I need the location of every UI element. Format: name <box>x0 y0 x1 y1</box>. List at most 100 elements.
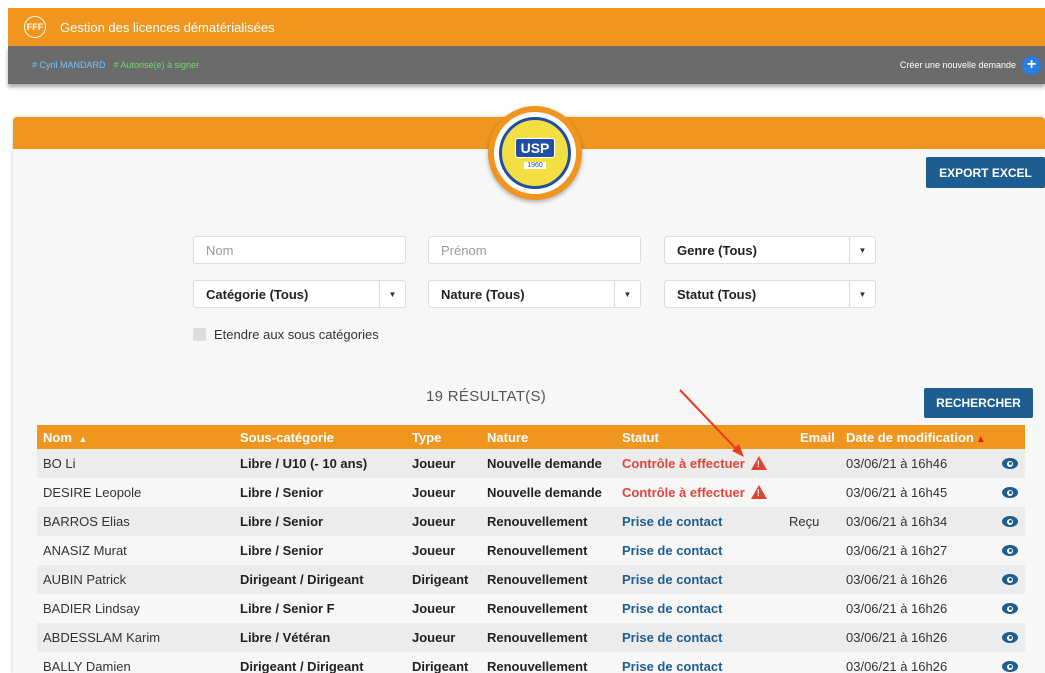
results-count: 19 RÉSULTAT(S) <box>426 388 547 405</box>
table-row[interactable]: DESIRE Leopole Libre / Senior Joueur Nouvel… <box>37 478 1025 507</box>
cell-statut: Prise de contact <box>622 572 723 587</box>
eye-icon[interactable] <box>1002 516 1018 527</box>
cell-nom: ABDESSLAM Karim <box>43 630 161 645</box>
cell-nature: Renouvellement <box>487 572 588 587</box>
statut-select[interactable]: Statut (Tous) ▼ <box>664 280 876 308</box>
cell-sous-categorie: Libre / Vétéran <box>240 630 331 645</box>
column-header-email[interactable]: Email <box>800 430 835 445</box>
genre-select-value: Genre (Tous) <box>677 242 757 258</box>
cell-type: Joueur <box>412 630 456 645</box>
cell-sous-categorie: Libre / Senior <box>240 543 324 558</box>
cell-nom: AUBIN Patrick <box>43 572 127 587</box>
statut-text: Contrôle à effectuer <box>622 485 745 500</box>
club-crest-icon: USP 1960 <box>499 117 571 189</box>
eye-icon[interactable] <box>1002 487 1018 498</box>
cell-nom: ANASIZ Murat <box>43 543 127 558</box>
cell-type: Joueur <box>412 485 456 500</box>
cell-date: 03/06/21 à 16h34 <box>846 514 948 529</box>
user-bar: # Cyril MANDARD # Autorisé(e) à signer C… <box>8 46 1045 84</box>
table-row[interactable]: ABDESSLAM Karim Libre / Vétéran Joueur Reno… <box>37 623 1025 652</box>
cell-nature: Nouvelle demande <box>487 485 602 500</box>
authorization-status: # Autorisé(e) à signer <box>113 60 200 70</box>
cell-statut: Prise de contact <box>622 630 723 645</box>
table-row[interactable]: BADIER Lindsay Libre / Senior F Joueur Reno… <box>37 594 1025 623</box>
nature-select[interactable]: Nature (Tous) ▼ <box>428 280 641 308</box>
cell-statut: Prise de contact <box>622 543 723 558</box>
cell-statut: Prise de contact <box>622 601 723 616</box>
app-header: FFF Gestion des licences dématérialisées <box>8 8 1045 46</box>
club-logo: USP 1960 <box>488 106 582 200</box>
cell-type: Dirigeant <box>412 659 469 673</box>
cell-nature: Renouvellement <box>487 630 588 645</box>
cell-date: 03/06/21 à 16h27 <box>846 543 948 558</box>
cell-nom: BADIER Lindsay <box>43 601 140 616</box>
extend-subcategories-checkbox[interactable] <box>193 328 206 341</box>
column-header-nom[interactable]: Nom ▲ <box>43 430 87 445</box>
cell-type: Joueur <box>412 456 456 471</box>
eye-icon[interactable] <box>1002 632 1018 643</box>
cell-date: 03/06/21 à 16h46 <box>846 456 948 471</box>
cell-date: 03/06/21 à 16h26 <box>846 572 948 587</box>
user-name-link[interactable]: # Cyril MANDARD <box>32 60 106 70</box>
sort-active-icon: ▲ <box>975 433 986 445</box>
plus-icon[interactable]: + <box>1022 55 1041 75</box>
cell-statut: Contrôle à effectuer <box>622 485 767 500</box>
cell-nom: BALLY Damien <box>43 659 131 673</box>
cell-date: 03/06/21 à 16h26 <box>846 659 948 673</box>
table-row[interactable]: ANASIZ Murat Libre / Senior Joueur Renouvel… <box>37 536 1025 565</box>
cell-nom: DESIRE Leopole <box>43 485 142 500</box>
column-header-nature[interactable]: Nature <box>487 430 528 445</box>
caret-down-icon[interactable]: ▼ <box>379 281 405 307</box>
cell-nature: Renouvellement <box>487 659 588 673</box>
categorie-select[interactable]: Catégorie (Tous) ▼ <box>193 280 406 308</box>
cell-nature: Renouvellement <box>487 543 588 558</box>
cell-sous-categorie: Libre / Senior <box>240 514 324 529</box>
cell-type: Dirigeant <box>412 572 469 587</box>
genre-select[interactable]: Genre (Tous) ▼ <box>664 236 876 264</box>
cell-statut: Prise de contact <box>622 659 723 673</box>
column-header-sous-categorie[interactable]: Sous-catégorie <box>240 430 334 445</box>
column-header-statut[interactable]: Statut <box>622 430 659 445</box>
cell-nature: Nouvelle demande <box>487 456 602 471</box>
table-row[interactable]: BALLY Damien Dirigeant / Dirigeant Dirigea… <box>37 652 1025 673</box>
cell-nom: BARROS Elias <box>43 514 130 529</box>
table-row[interactable]: BO Li Libre / U10 (- 10 ans) Joueur Nouvell… <box>37 449 1025 478</box>
table-row[interactable]: BARROS Elias Libre / Senior Joueur Renouvel… <box>37 507 1025 536</box>
table-header: Nom ▲ Sous-catégorie Type Nature Statut … <box>37 425 1025 449</box>
eye-icon[interactable] <box>1002 545 1018 556</box>
cell-statut: Contrôle à effectuer <box>622 456 767 471</box>
eye-icon[interactable] <box>1002 661 1018 672</box>
categorie-select-value: Catégorie (Tous) <box>206 286 309 302</box>
cell-nature: Renouvellement <box>487 601 588 616</box>
export-excel-button[interactable]: EXPORT EXCEL <box>926 157 1045 188</box>
cell-date: 03/06/21 à 16h45 <box>846 485 948 500</box>
cell-type: Joueur <box>412 543 456 558</box>
nom-input[interactable]: Nom <box>193 236 406 264</box>
eye-icon[interactable] <box>1002 603 1018 614</box>
cell-date: 03/06/21 à 16h26 <box>846 630 948 645</box>
table-body: BO Li Libre / U10 (- 10 ans) Joueur Nouvell… <box>37 449 1025 673</box>
column-header-type[interactable]: Type <box>412 430 441 445</box>
search-button[interactable]: RECHERCHER <box>924 388 1033 418</box>
create-request-link[interactable]: Créer une nouvelle demande <box>900 60 1016 70</box>
caret-down-icon[interactable]: ▼ <box>614 281 640 307</box>
table-row[interactable]: AUBIN Patrick Dirigeant / Dirigeant Dirige… <box>37 565 1025 594</box>
cell-sous-categorie: Dirigeant / Dirigeant <box>240 659 364 673</box>
cell-sous-categorie: Libre / Senior F <box>240 601 335 616</box>
caret-down-icon[interactable]: ▼ <box>849 237 875 263</box>
eye-icon[interactable] <box>1002 458 1018 469</box>
app-title: Gestion des licences dématérialisées <box>60 19 275 35</box>
cell-nom: BO Li <box>43 456 76 471</box>
cell-date: 03/06/21 à 16h26 <box>846 601 948 616</box>
eye-icon[interactable] <box>1002 574 1018 585</box>
warning-icon <box>750 456 767 470</box>
cell-type: Joueur <box>412 514 456 529</box>
caret-down-icon[interactable]: ▼ <box>849 281 875 307</box>
cell-sous-categorie: Dirigeant / Dirigeant <box>240 572 364 587</box>
prenom-input[interactable]: Prénom <box>428 236 641 264</box>
extend-subcategories-option[interactable]: Etendre aux sous catégories <box>193 327 379 342</box>
licences-table: Nom ▲ Sous-catégorie Type Nature Statut … <box>37 425 1025 673</box>
nom-placeholder: Nom <box>206 242 234 258</box>
cell-type: Joueur <box>412 601 456 616</box>
column-header-date[interactable]: Date de modification ▲ <box>846 430 986 445</box>
